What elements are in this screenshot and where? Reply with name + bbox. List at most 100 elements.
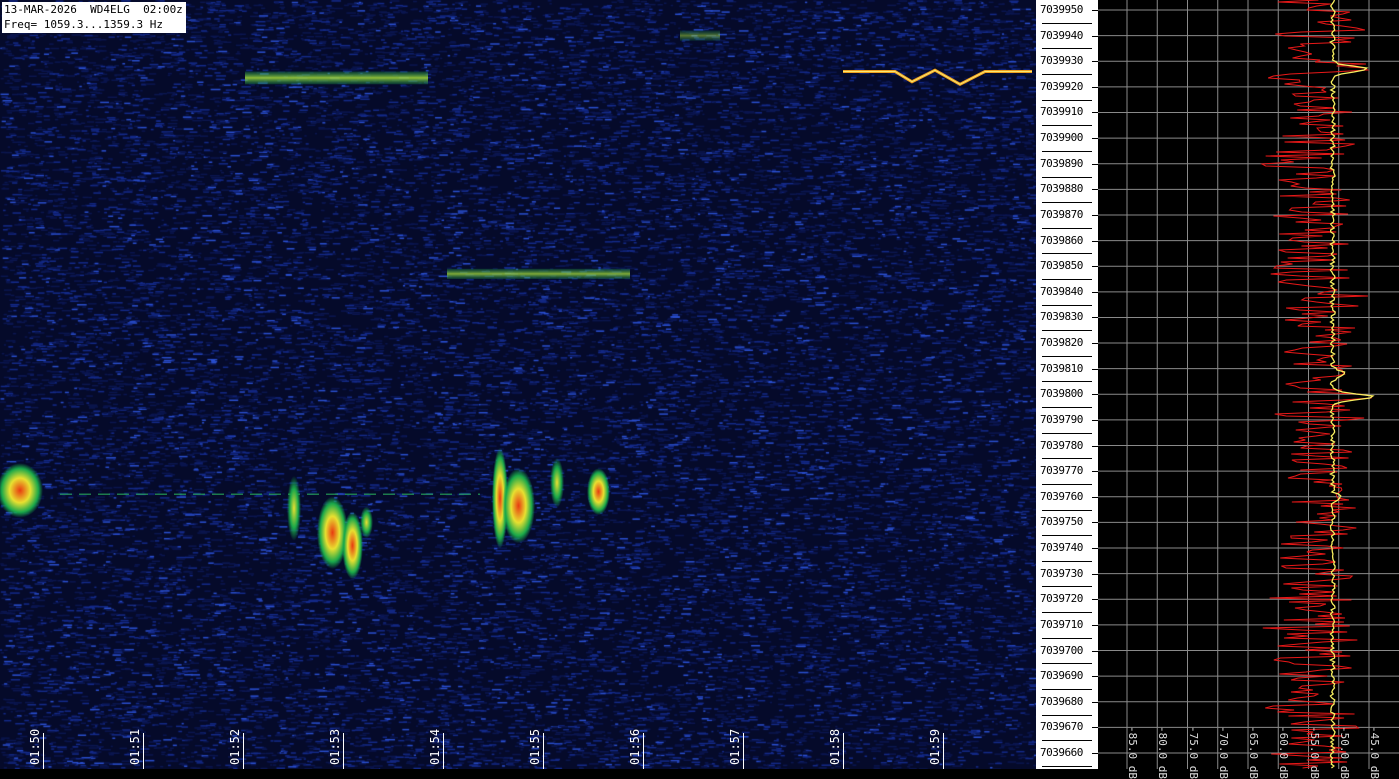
time-tick-label: 01:57 [728, 728, 742, 765]
db-tick-label: -55.0 dB [1307, 726, 1321, 779]
freq-range-label: Freq= 1059.3...1359.3 Hz [4, 18, 163, 31]
frequency-axis: 7039950 7039940 7039930 7039920 7039910 70399… [1036, 0, 1098, 769]
freq-minor-line [1042, 381, 1092, 383]
signal-burst-4 [0, 463, 43, 518]
freq-tick-label: 7039770 [1040, 464, 1083, 478]
db-tick-label: -80.0 dB [1156, 726, 1170, 779]
signal-burst-7 [342, 511, 363, 580]
time-tick [343, 733, 344, 769]
date-callsign-label: 13-MAR-2026 WD4ELG 02:00z [4, 3, 183, 16]
waterfall-signals [0, 30, 1032, 580]
freq-tick-label: 7039700 [1040, 643, 1083, 657]
freq-tick-label: 7039860 [1040, 233, 1083, 247]
time-tick-label: 01:52 [228, 728, 242, 765]
time-tick-label: 01:58 [828, 728, 842, 765]
freq-tick-label: 7039870 [1040, 207, 1083, 221]
freq-minor-line [1042, 150, 1092, 152]
freq-tick-label: 7039800 [1040, 387, 1083, 401]
db-tick-label: -75.0 dB [1186, 726, 1200, 779]
freq-minor-line [1042, 688, 1092, 690]
time-tick [443, 733, 444, 769]
freq-minor-line [1042, 74, 1092, 76]
time-tick [143, 733, 144, 769]
db-tick-label: -45.0 dB [1368, 726, 1381, 779]
freq-tick-label: 7039930 [1040, 54, 1083, 68]
spectrum-plot [1098, 0, 1399, 769]
freq-minor-line [1042, 355, 1092, 357]
freq-tick-label: 7039820 [1040, 336, 1083, 350]
freq-minor-line [1042, 202, 1092, 204]
freq-tick-label: 7039660 [1040, 745, 1083, 759]
freq-minor-line [1042, 22, 1092, 24]
signal-burst-12 [587, 468, 610, 516]
time-tick-label: 01:50 [28, 728, 42, 765]
freq-tick-label: 7039920 [1040, 79, 1083, 93]
db-tick-label: -85.0 dB [1126, 726, 1139, 779]
freq-minor-line [1042, 432, 1092, 434]
freq-tick-label: 7039720 [1040, 592, 1083, 606]
freq-tick-label: 7039880 [1040, 182, 1083, 196]
freq-minor-line [1042, 765, 1092, 767]
time-tick-label: 01:54 [428, 728, 442, 765]
freq-minor-line [1042, 227, 1092, 229]
freq-tick-label: 7039730 [1040, 566, 1083, 580]
freq-tick-label: 7039790 [1040, 412, 1083, 426]
freq-tick-label: 7039680 [1040, 694, 1083, 708]
freq-minor-line [1042, 740, 1092, 742]
freq-minor-line [1042, 99, 1092, 101]
freq-minor-line [1042, 612, 1092, 614]
db-tick-label: -60.0 dB [1277, 726, 1291, 779]
freq-minor-line [1042, 253, 1092, 255]
freq-tick-label: 7039670 [1040, 720, 1083, 734]
time-tick-label: 01:53 [328, 728, 342, 765]
freq-tick-label: 7039780 [1040, 438, 1083, 452]
time-tick-label: 01:56 [628, 728, 642, 765]
freq-minor-line [1042, 637, 1092, 639]
freq-tick-label: 7039810 [1040, 361, 1083, 375]
info-box: 13-MAR-2026 WD4ELG 02:00z Freq= 1059.3...… [2, 2, 186, 33]
freq-tick-label: 7039750 [1040, 515, 1083, 529]
time-tick [243, 733, 244, 769]
time-tick [643, 733, 644, 769]
freq-minor-line [1042, 586, 1092, 588]
freq-minor-line [1042, 407, 1092, 409]
time-tick-label: 01:59 [928, 728, 942, 765]
freq-minor-line [1042, 176, 1092, 178]
freq-minor-line [1042, 509, 1092, 511]
freq-tick-label: 7039890 [1040, 156, 1083, 170]
freq-tick-label: 7039840 [1040, 284, 1083, 298]
db-tick-label: -65.0 dB [1247, 726, 1260, 779]
signal-burst-11 [550, 457, 564, 508]
freq-minor-line [1042, 663, 1092, 665]
signal-burst-5 [287, 475, 301, 541]
freq-tick-label: 7039830 [1040, 310, 1083, 324]
signal-streak-1 [447, 268, 630, 280]
freq-tick-label: 7039950 [1040, 3, 1083, 16]
signal-burst-8 [360, 506, 373, 539]
time-tick [943, 733, 944, 769]
freq-tick-label: 7039760 [1040, 489, 1083, 503]
time-tick [743, 733, 744, 769]
time-tick-label: 01:51 [128, 728, 142, 765]
freq-minor-line [1042, 279, 1092, 280]
db-tick-label: -70.0 dB [1216, 726, 1230, 779]
signal-trace [843, 68, 1032, 87]
freq-tick-label: 7039900 [1040, 131, 1083, 145]
freq-tick-label: 7039910 [1040, 105, 1083, 119]
freq-tick-label: 7039850 [1040, 259, 1083, 273]
freq-minor-line [1042, 458, 1092, 460]
spectrum-panel: -85.0 dB -80.0 dB -75.0 dB -70.0 dB -65.0 dB… [1098, 0, 1399, 779]
freq-minor-line [1042, 304, 1092, 306]
freq-minor-line [1042, 535, 1092, 537]
freq-minor-line [1042, 483, 1092, 485]
signal-burst-10 [502, 468, 535, 544]
waterfall-display: 13-MAR-2026 WD4ELG 02:00z Freq= 1059.3...… [0, 0, 1036, 769]
time-tick [43, 733, 44, 769]
signal-streak-2 [680, 30, 720, 41]
freq-minor-line [1042, 48, 1092, 50]
freq-tick-label: 7039690 [1040, 669, 1083, 683]
freq-minor-line [1042, 560, 1092, 562]
time-tick [843, 733, 844, 769]
time-tick-label: 01:55 [528, 728, 542, 765]
freq-minor-line [1042, 125, 1092, 127]
